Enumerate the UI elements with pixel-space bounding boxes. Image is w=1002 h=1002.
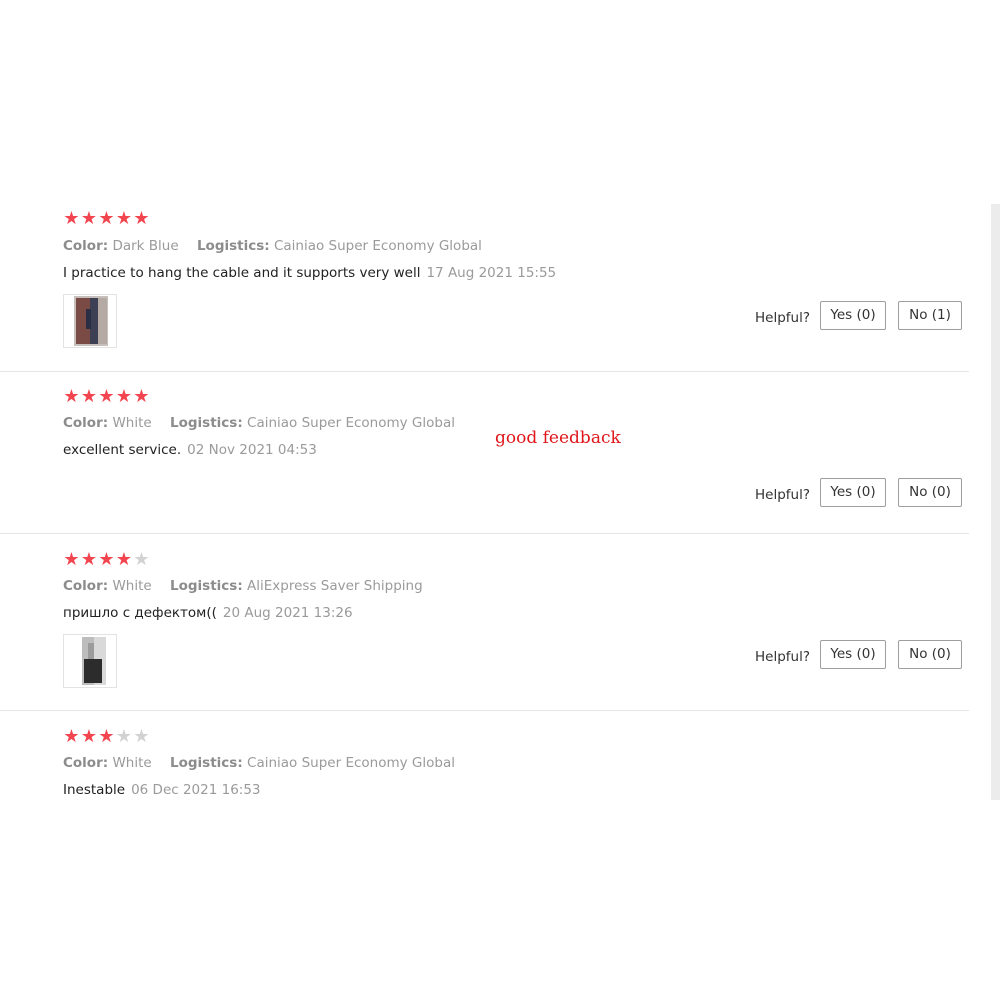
review-date: 20 Aug 2021 13:26 <box>222 605 353 621</box>
review-photo-thumbnail[interactable] <box>63 294 117 348</box>
star-rating: ★ ★ ★ ★ ★ <box>63 388 151 406</box>
helpful-yes-button[interactable]: Yes (0) <box>820 478 886 507</box>
color-key: Color: <box>63 755 109 771</box>
star-filled-icon: ★ <box>63 549 80 570</box>
star-filled-icon: ★ <box>115 549 133 570</box>
helpful-no-button[interactable]: No (1) <box>898 301 962 330</box>
color-value: White <box>112 755 152 771</box>
star-rating: ★ ★ ★ ★ ★ <box>63 551 151 569</box>
color-key: Color: <box>63 238 109 254</box>
review-item: ★ ★ ★ ★ ★ Color: White Logistics: Cainia… <box>0 711 969 811</box>
star-filled-icon: ★ <box>80 549 98 570</box>
star-filled-icon: ★ <box>133 386 150 407</box>
star-filled-icon: ★ <box>98 208 115 229</box>
star-filled-icon: ★ <box>80 208 98 229</box>
logistics-value: Cainiao Super Economy Global <box>247 415 455 431</box>
logistics-key: Logistics: <box>170 578 243 594</box>
review-meta: Color: White Logistics: AliExpress Saver… <box>63 577 423 595</box>
star-rating: ★ ★ ★ ★ ★ <box>63 728 151 746</box>
review-text: excellent service. 02 Nov 2021 04:53 <box>63 441 317 459</box>
review-body: пришло с дефектом(( <box>63 605 217 621</box>
review-photo-thumbnail[interactable] <box>63 634 117 688</box>
helpful-no-button[interactable]: No (0) <box>898 640 962 669</box>
color-value: White <box>112 578 152 594</box>
review-date: 06 Dec 2021 16:53 <box>131 782 261 798</box>
star-filled-icon: ★ <box>98 549 115 570</box>
logistics-value: AliExpress Saver Shipping <box>247 578 423 594</box>
helpful-yes-button[interactable]: Yes (0) <box>820 301 886 330</box>
review-item: ★ ★ ★ ★ ★ Color: Dark Blue Logistics: Ca… <box>0 200 969 372</box>
review-meta: Color: Dark Blue Logistics: Cainiao Supe… <box>63 237 482 255</box>
scrollbar[interactable] <box>991 204 1000 800</box>
star-filled-icon: ★ <box>80 726 98 747</box>
color-key: Color: <box>63 578 109 594</box>
color-key: Color: <box>63 415 109 431</box>
star-empty-icon: ★ <box>115 726 133 747</box>
star-filled-icon: ★ <box>63 208 80 229</box>
star-filled-icon: ★ <box>98 726 115 747</box>
review-text: Inestable 06 Dec 2021 16:53 <box>63 781 261 799</box>
helpful-yes-button[interactable]: Yes (0) <box>820 640 886 669</box>
star-filled-icon: ★ <box>63 726 80 747</box>
annotation-text: good feedback <box>495 428 621 448</box>
star-empty-icon: ★ <box>133 726 150 747</box>
star-filled-icon: ★ <box>63 386 80 407</box>
color-value: White <box>112 415 152 431</box>
star-filled-icon: ★ <box>115 208 133 229</box>
color-value: Dark Blue <box>112 238 179 254</box>
review-body: I practice to hang the cable and it supp… <box>63 265 421 281</box>
review-date: 17 Aug 2021 15:55 <box>426 265 557 281</box>
review-photo <box>82 637 106 685</box>
star-filled-icon: ★ <box>115 386 133 407</box>
helpful-label: Helpful? <box>755 649 811 665</box>
star-filled-icon: ★ <box>98 386 115 407</box>
logistics-value: Cainiao Super Economy Global <box>273 238 482 254</box>
logistics-value: Cainiao Super Economy Global <box>247 755 455 771</box>
star-empty-icon: ★ <box>133 549 150 570</box>
review-text: пришло с дефектом(( 20 Aug 2021 13:26 <box>63 604 353 622</box>
review-date: 02 Nov 2021 04:53 <box>187 442 317 458</box>
review-text: I practice to hang the cable and it supp… <box>63 264 556 282</box>
star-filled-icon: ★ <box>133 208 150 229</box>
logistics-key: Logistics: <box>170 755 243 771</box>
review-meta: Color: White Logistics: Cainiao Super Ec… <box>63 414 455 432</box>
star-rating: ★ ★ ★ ★ ★ <box>63 210 151 228</box>
review-body: Inestable <box>63 782 126 798</box>
logistics-key: Logistics: <box>196 238 270 254</box>
review-item: ★ ★ ★ ★ ★ Color: White Logistics: AliExp… <box>0 534 969 711</box>
helpful-no-button[interactable]: No (0) <box>898 478 962 507</box>
logistics-key: Logistics: <box>170 415 243 431</box>
review-item: ★ ★ ★ ★ ★ Color: White Logistics: Cainia… <box>0 372 969 534</box>
helpful-label: Helpful? <box>755 487 811 503</box>
star-filled-icon: ★ <box>80 386 98 407</box>
review-meta: Color: White Logistics: Cainiao Super Ec… <box>63 754 455 772</box>
helpful-label: Helpful? <box>755 310 811 326</box>
review-photo <box>74 296 108 346</box>
review-body: excellent service. <box>63 442 182 458</box>
